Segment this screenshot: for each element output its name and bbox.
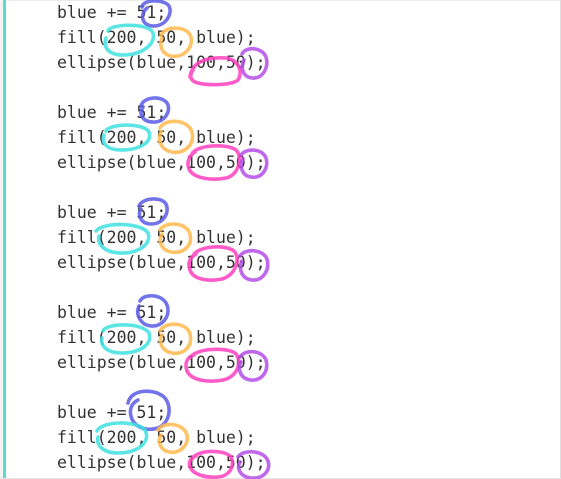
- code-line-blue-increment: blue += 51;: [57, 103, 167, 122]
- code-line-ellipse: ellipse(blue,100,50);: [57, 353, 266, 372]
- code-line-ellipse: ellipse(blue,100,50);: [57, 453, 266, 472]
- code-line-ellipse: ellipse(blue,100,50);: [57, 53, 266, 72]
- code-editor[interactable]: blue += 51; fill(200, 50, blue); ellipse…: [0, 0, 561, 479]
- code-line-ellipse: ellipse(blue,100,50);: [57, 153, 266, 172]
- code-line-fill: fill(200, 50, blue);: [57, 28, 256, 47]
- code-line-fill: fill(200, 50, blue);: [57, 228, 256, 247]
- code-line-blue-increment: blue += 51;: [57, 3, 167, 22]
- code-line-fill: fill(200, 50, blue);: [57, 128, 256, 147]
- code-line-blue-increment: blue += 51;: [57, 303, 167, 322]
- code-line-ellipse: ellipse(blue,100,50);: [57, 253, 266, 272]
- code-line-fill: fill(200, 50, blue);: [57, 328, 256, 347]
- code-line-fill: fill(200, 50, blue);: [57, 428, 256, 447]
- code-line-blue-increment: blue += 51;: [57, 403, 167, 422]
- code-line-blue-increment: blue += 51;: [57, 203, 167, 222]
- top-border: [0, 0, 561, 1]
- code-block-accent-bar: [3, 0, 6, 479]
